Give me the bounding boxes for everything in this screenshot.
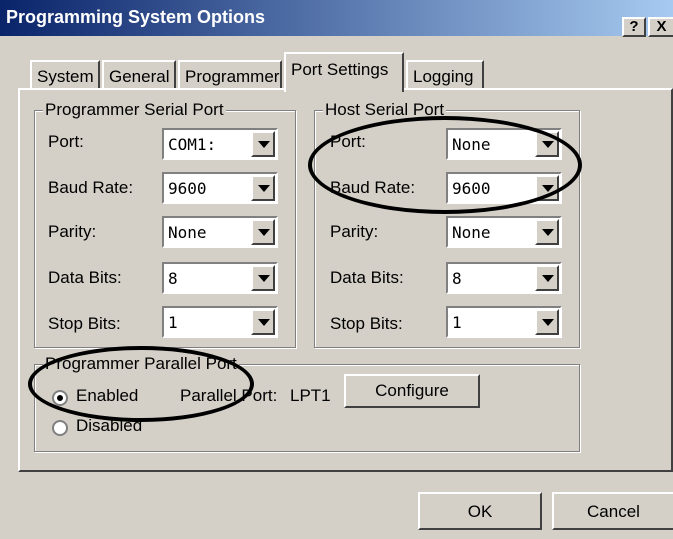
prog-baud-label: Baud Rate: bbox=[48, 178, 134, 197]
enabled-label[interactable]: Enabled bbox=[76, 386, 138, 406]
tab-general[interactable]: General bbox=[102, 60, 176, 90]
chevron-down-icon[interactable] bbox=[251, 219, 275, 245]
cancel-button[interactable]: Cancel bbox=[552, 492, 673, 530]
host-baud-label: Baud Rate: bbox=[330, 178, 416, 197]
parallel-port-group: Programmer Parallel Port bbox=[34, 354, 580, 452]
prog-stopbits-label: Stop Bits: bbox=[48, 314, 121, 333]
parallel-port-label: Parallel Port: bbox=[180, 386, 278, 405]
parallel-port-title: Programmer Parallel Port bbox=[43, 354, 239, 374]
chevron-down-icon[interactable] bbox=[251, 131, 275, 157]
ok-button[interactable]: OK bbox=[418, 492, 542, 530]
host-port-label: Port: bbox=[330, 132, 366, 151]
chevron-down-icon[interactable] bbox=[251, 309, 275, 335]
host-databits-label: Data Bits: bbox=[330, 268, 404, 287]
tab-logging[interactable]: Logging bbox=[406, 60, 484, 90]
close-icon: X bbox=[656, 18, 667, 35]
help-button[interactable]: ? bbox=[622, 17, 646, 37]
chevron-down-icon[interactable] bbox=[251, 265, 275, 291]
configure-button[interactable]: Configure bbox=[344, 374, 480, 408]
host-stopbits-select[interactable]: 1 bbox=[446, 306, 562, 338]
prog-port-label: Port: bbox=[48, 132, 84, 151]
help-icon: ? bbox=[629, 18, 639, 35]
prog-databits-label: Data Bits: bbox=[48, 268, 122, 287]
prog-port-select[interactable]: COM1: bbox=[162, 128, 278, 160]
disabled-label[interactable]: Disabled bbox=[76, 416, 142, 436]
prog-stopbits-select[interactable]: 1 bbox=[162, 306, 278, 338]
disabled-radio[interactable] bbox=[52, 420, 68, 436]
chevron-down-icon[interactable] bbox=[535, 131, 559, 157]
close-button[interactable]: X bbox=[648, 17, 673, 37]
tab-port-settings[interactable]: Port Settings bbox=[284, 52, 404, 92]
host-stopbits-label: Stop Bits: bbox=[330, 314, 403, 333]
chevron-down-icon[interactable] bbox=[535, 265, 559, 291]
host-baud-select[interactable]: 9600 bbox=[446, 172, 562, 204]
title-bar: Programming System Options ? X bbox=[0, 0, 673, 37]
chevron-down-icon[interactable] bbox=[535, 309, 559, 335]
parallel-port-value: LPT1 bbox=[290, 386, 331, 405]
tab-programmer[interactable]: Programmer bbox=[178, 60, 282, 90]
enabled-radio[interactable] bbox=[52, 390, 68, 406]
prog-parity-label: Parity: bbox=[48, 222, 97, 241]
prog-databits-select[interactable]: 8 bbox=[162, 262, 278, 294]
host-databits-select[interactable]: 8 bbox=[446, 262, 562, 294]
chevron-down-icon[interactable] bbox=[535, 219, 559, 245]
host-parity-select[interactable]: None bbox=[446, 216, 562, 248]
tab-system[interactable]: System bbox=[30, 60, 100, 90]
chevron-down-icon[interactable] bbox=[535, 175, 559, 201]
prog-baud-select[interactable]: 9600 bbox=[162, 172, 278, 204]
host-parity-label: Parity: bbox=[330, 222, 379, 241]
window-title: Programming System Options bbox=[6, 7, 266, 27]
programmer-serial-title: Programmer Serial Port bbox=[43, 100, 226, 120]
prog-parity-select[interactable]: None bbox=[162, 216, 278, 248]
host-port-select[interactable]: None bbox=[446, 128, 562, 160]
chevron-down-icon[interactable] bbox=[251, 175, 275, 201]
host-serial-title: Host Serial Port bbox=[323, 100, 447, 120]
